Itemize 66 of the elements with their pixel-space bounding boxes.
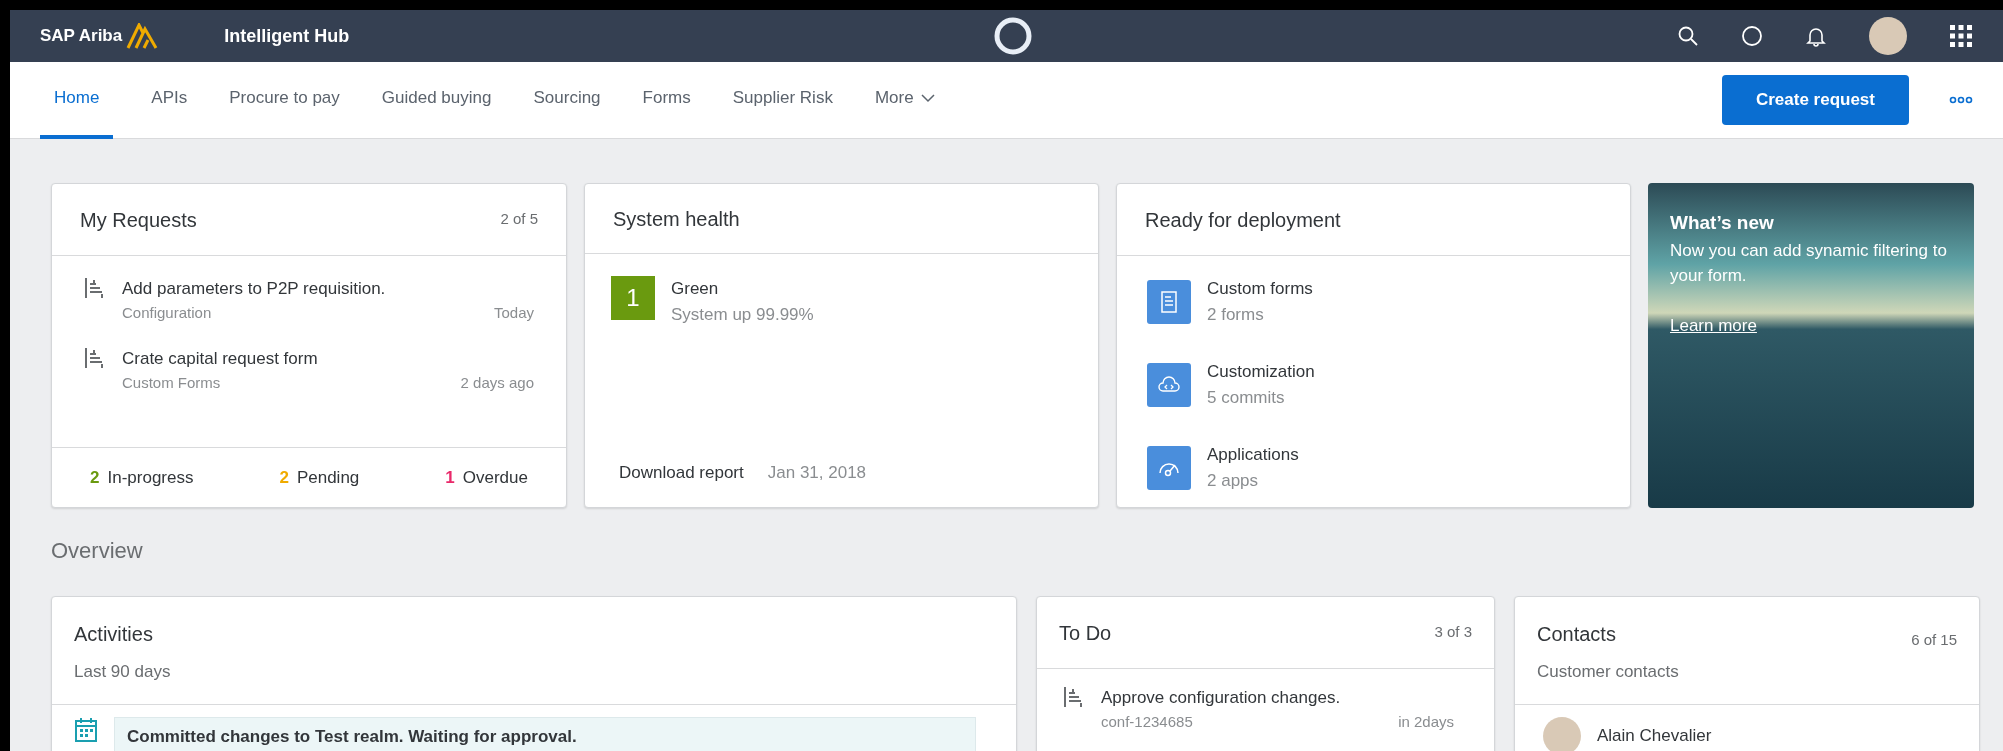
status-count: 1 (445, 466, 455, 489)
item-count: 3 of 3 (1434, 622, 1472, 643)
request-time: Today (493, 302, 534, 323)
calendar-icon (74, 717, 98, 743)
search-icon[interactable] (1677, 25, 1699, 47)
deployment-detail: 2 apps (1207, 469, 1260, 492)
todo-title[interactable]: Approve configuration changes. (1101, 685, 1454, 711)
item-count: 6 of 15 (1911, 630, 1957, 650)
deployment-title[interactable]: Applications (1207, 442, 1299, 468)
contact-name[interactable]: Alain Chevalier (1597, 723, 1712, 749)
download-report-link[interactable]: Download report (619, 459, 744, 485)
deployment-detail: 5 commits (1207, 386, 1286, 409)
card-title: Activities (74, 622, 154, 647)
app-grid-icon[interactable] (1949, 24, 1973, 48)
deployment-detail: 2 forms (1207, 303, 1265, 326)
todo-reference: conf-1234685 (1101, 711, 1193, 732)
nav-tab[interactable]: Supplier Risk (728, 61, 837, 139)
circle-icon[interactable] (1741, 25, 1763, 47)
overflow-menu-icon[interactable] (1949, 96, 1973, 104)
card-subtitle: Customer contacts (1537, 661, 1679, 683)
status-label: In-progress (107, 466, 194, 489)
report-date: Jan 31, 2018 (767, 461, 867, 484)
nav-tab[interactable]: APIs (147, 61, 192, 139)
user-avatar[interactable] (1869, 17, 1907, 55)
card-title: My Requests (80, 207, 197, 233)
card-title: To Do (1059, 620, 1112, 646)
nav-tab[interactable]: Forms (638, 61, 695, 139)
contact-avatar (1543, 717, 1581, 751)
request-title[interactable]: Add parameters to P2P requisition. (122, 276, 534, 302)
card-title: System health (613, 206, 740, 232)
nav-tab[interactable]: Sourcing (529, 61, 605, 139)
nav-tab[interactable]: Home (40, 61, 114, 139)
notification-bell-icon[interactable] (1805, 25, 1827, 47)
request-title[interactable]: Crate capital request form (122, 346, 534, 372)
health-status: Green (671, 278, 720, 300)
banner-text: Now you can add synamic filtering to your form. (1670, 239, 1948, 287)
nav-tab[interactable]: More (870, 61, 940, 139)
list-icon (1063, 685, 1085, 709)
health-detail: System up 99.99% (671, 303, 814, 326)
activity-message: Committed changes to Test realm. Waiting for approval. (114, 717, 976, 751)
card-title: Ready for deployment (1145, 207, 1341, 233)
list-icon (84, 346, 106, 370)
chevron-down-icon (919, 92, 936, 104)
create-request-button[interactable]: Create request (1721, 75, 1909, 125)
section-heading: Overview (51, 538, 143, 563)
health-badge: 1 (611, 276, 655, 320)
status-count: 2 (279, 466, 289, 489)
deployment-title[interactable]: Customization (1207, 359, 1315, 385)
todo-due: in 2days (1398, 711, 1454, 732)
banner-title: What’s new (1670, 211, 1775, 235)
learn-more-link[interactable]: Learn more (1670, 312, 1757, 338)
request-category: Configuration (122, 302, 212, 323)
card-title: Contacts (1537, 622, 1617, 647)
brand-logo-text: SAP Ariba (40, 25, 123, 48)
request-time: 2 days ago (460, 372, 534, 393)
list-icon (84, 276, 106, 300)
status-count: 2 (90, 466, 100, 489)
request-category: Custom Forms (122, 372, 221, 393)
nav-tab[interactable]: Procure to pay (225, 61, 344, 139)
card-subtitle: Last 90 days (74, 661, 172, 683)
item-count: 2 of 5 (500, 209, 538, 230)
app-title: Intelligent Hub (224, 24, 350, 48)
status-label: Pending (296, 466, 360, 489)
nav-tab[interactable]: Guided buying (377, 61, 496, 139)
deployment-title[interactable]: Custom forms (1207, 276, 1313, 302)
status-label: Overdue (462, 466, 528, 489)
